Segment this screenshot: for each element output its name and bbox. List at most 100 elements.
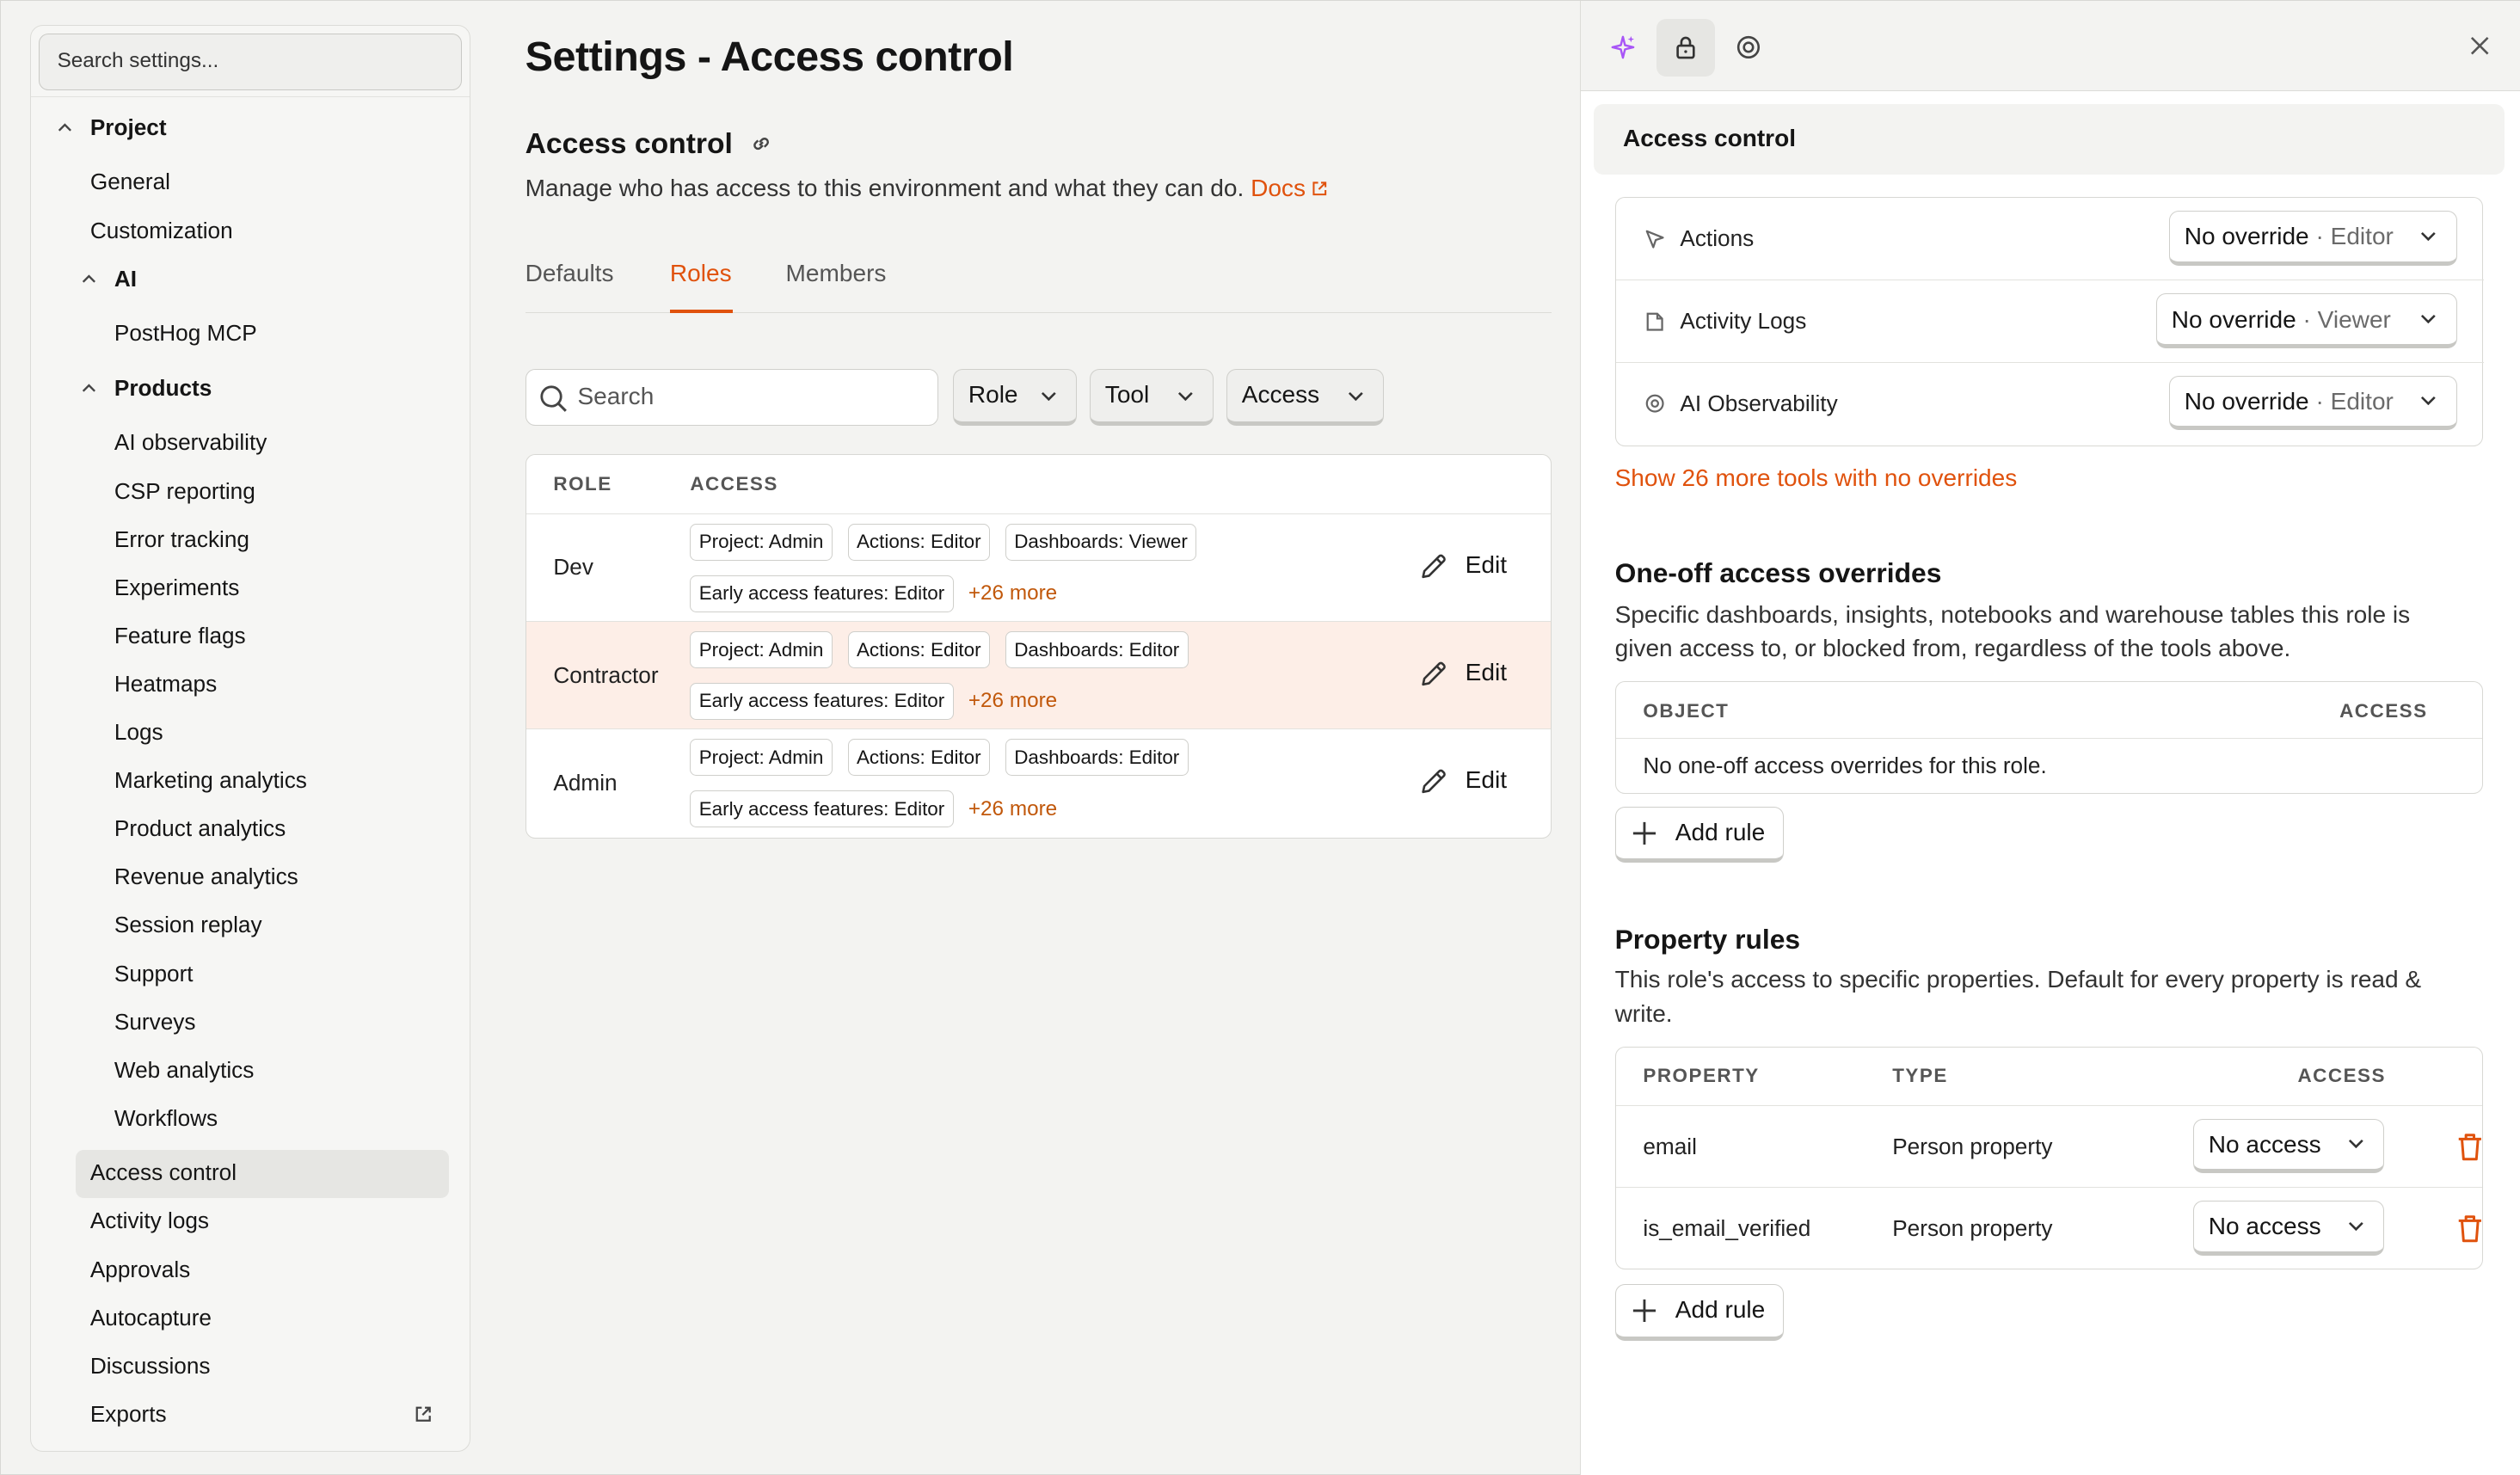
sidebar-item-logs[interactable]: Logs: [114, 719, 163, 746]
sidebar-item-workflows[interactable]: Workflows: [114, 1105, 218, 1132]
docs-link[interactable]: Docs: [1251, 175, 1328, 201]
sidebar-item-autocapture[interactable]: Autocapture: [90, 1305, 212, 1331]
column-header-access: ACCESS: [2339, 699, 2428, 722]
filter-label: Role: [968, 381, 1018, 409]
chevron-up-icon[interactable]: [82, 381, 96, 396]
roles-search-input[interactable]: Search: [525, 369, 939, 426]
sidebar-item-session-replay[interactable]: Session replay: [114, 912, 262, 938]
override-value: No override: [2184, 387, 2309, 415]
default-level: Viewer: [2317, 305, 2391, 333]
settings-search-input[interactable]: Search settings...: [39, 34, 462, 90]
tool-row: Actions No override · Editor: [1616, 198, 2485, 280]
pencil-icon: [1422, 769, 1447, 794]
tab-defaults[interactable]: Defaults: [526, 260, 614, 287]
more-access-link[interactable]: +26 more: [968, 689, 1057, 713]
tool-filter-button[interactable]: Tool: [1089, 369, 1214, 426]
sidebar-item-support[interactable]: Support: [114, 961, 194, 987]
table-row: email Person property No access: [1615, 1104, 2484, 1187]
column-header-object: OBJECT: [1643, 699, 1730, 722]
access-filter-button[interactable]: Access: [1226, 369, 1385, 426]
sidebar-item-product-analytics[interactable]: Product analytics: [114, 815, 286, 842]
docs-label: Docs: [1251, 174, 1306, 201]
sparkle-icon: [1611, 35, 1635, 59]
sidebar-item-approvals[interactable]: Approvals: [90, 1257, 190, 1283]
pencil-icon: [1422, 661, 1447, 686]
link-icon[interactable]: [750, 132, 772, 155]
chevron-down-icon: [2421, 314, 2437, 324]
sidebar-item-experiments[interactable]: Experiments: [114, 575, 239, 601]
sidebar-item-surveys[interactable]: Surveys: [114, 1009, 196, 1036]
tool-access-select[interactable]: No override · Editor: [2168, 375, 2457, 431]
add-property-rule-button[interactable]: Add rule: [1614, 1284, 1784, 1341]
sidebar-item-access-control[interactable]: Access control: [90, 1159, 237, 1186]
more-access-link[interactable]: +26 more: [968, 797, 1057, 821]
sidebar-item-feature-flags[interactable]: Feature flags: [114, 623, 246, 649]
page-title: Settings - Access control: [525, 34, 1014, 81]
oneoff-overrides-table: OBJECT ACCESS No one-off access override…: [1614, 681, 2484, 794]
cursor-icon: [1645, 230, 1664, 249]
settings-sidebar: Search settings... Project General Custo…: [29, 25, 471, 1452]
chevron-down-icon: [2421, 396, 2437, 406]
show-more-tools-link[interactable]: Show 26 more tools with no overrides: [1615, 464, 2018, 492]
role-name: Admin: [553, 769, 618, 796]
sidebar-group-products[interactable]: Products: [114, 375, 212, 402]
sidebar-item-activity-logs[interactable]: Activity logs: [90, 1208, 209, 1234]
log-icon: [1646, 312, 1663, 331]
sidebar-group-ai[interactable]: AI: [114, 266, 137, 292]
table-row: Dev Project: Admin Actions: Editor Dashb…: [526, 513, 1551, 621]
table-row: Admin Project: Admin Actions: Editor Das…: [526, 728, 1551, 836]
tool-access-select[interactable]: No override · Viewer: [2155, 293, 2457, 349]
support-icon: [1736, 36, 1760, 59]
access-chip: Project: Admin: [690, 523, 833, 561]
override-value: No override: [2184, 223, 2309, 250]
edit-role-button[interactable]: Edit: [1418, 659, 1507, 686]
sidebar-item-ai-observability[interactable]: AI observability: [114, 429, 267, 456]
sidebar-item-customization[interactable]: Customization: [90, 218, 233, 244]
sidebar-item-posthog-mcp[interactable]: PostHog MCP: [114, 320, 257, 347]
tool-access-select[interactable]: No override · Editor: [2168, 211, 2457, 266]
more-access-link[interactable]: +26 more: [968, 581, 1057, 605]
add-oneoff-rule-button[interactable]: Add rule: [1614, 806, 1784, 863]
trash-icon[interactable]: [2455, 1214, 2484, 1245]
chevron-up-icon[interactable]: [82, 272, 96, 286]
tool-name: AI Observability: [1680, 390, 1838, 416]
sidebar-item-heatmaps[interactable]: Heatmaps: [114, 671, 217, 698]
sidebar-item-error-tracking[interactable]: Error tracking: [114, 526, 249, 553]
role-name: Contractor: [553, 661, 659, 688]
chevron-down-icon: [2349, 1221, 2364, 1231]
panel-tab-ai[interactable]: [1594, 19, 1651, 77]
sidebar-item-exports[interactable]: Exports: [90, 1401, 167, 1428]
sidebar-item-general[interactable]: General: [90, 169, 170, 195]
chevron-down-icon: [2421, 231, 2437, 241]
sidebar-item-revenue-analytics[interactable]: Revenue analytics: [114, 863, 298, 890]
filter-label: Tool: [1104, 381, 1150, 409]
panel-tab-support[interactable]: [1719, 19, 1777, 77]
tab-roles[interactable]: Roles: [670, 260, 732, 287]
tab-members[interactable]: Members: [786, 260, 887, 287]
search-icon: [539, 385, 567, 412]
panel-toolbar: [1581, 1, 2520, 91]
sidebar-group-project[interactable]: Project: [90, 114, 167, 141]
external-link-icon[interactable]: [414, 1404, 433, 1423]
close-icon[interactable]: [2470, 36, 2489, 55]
sidebar-item-marketing-analytics[interactable]: Marketing analytics: [114, 767, 307, 794]
chevron-down-icon: [1348, 391, 1363, 401]
external-link-icon: [1312, 181, 1326, 196]
property-access-select[interactable]: No access: [2192, 1118, 2385, 1174]
panel-tab-access-control[interactable]: [1656, 18, 1715, 77]
access-chip: Dashboards: Editor: [1005, 631, 1189, 669]
sidebar-item-web-analytics[interactable]: Web analytics: [114, 1057, 254, 1084]
sidebar-item-discussions[interactable]: Discussions: [90, 1353, 211, 1380]
roles-table: ROLE ACCESS Dev Project: Admin Actions: …: [525, 454, 1552, 839]
property-access-select[interactable]: No access: [2192, 1201, 2385, 1256]
edit-label: Edit: [1465, 550, 1508, 578]
search-placeholder: Search: [577, 383, 655, 410]
add-rule-label: Add rule: [1675, 818, 1766, 845]
trash-icon[interactable]: [2455, 1132, 2484, 1163]
tool-name: Activity Logs: [1680, 308, 1807, 335]
role-filter-button[interactable]: Role: [953, 369, 1077, 426]
chevron-up-icon[interactable]: [58, 120, 72, 135]
edit-role-button[interactable]: Edit: [1418, 766, 1507, 794]
edit-role-button[interactable]: Edit: [1418, 551, 1507, 579]
sidebar-item-csp-reporting[interactable]: CSP reporting: [114, 478, 255, 505]
